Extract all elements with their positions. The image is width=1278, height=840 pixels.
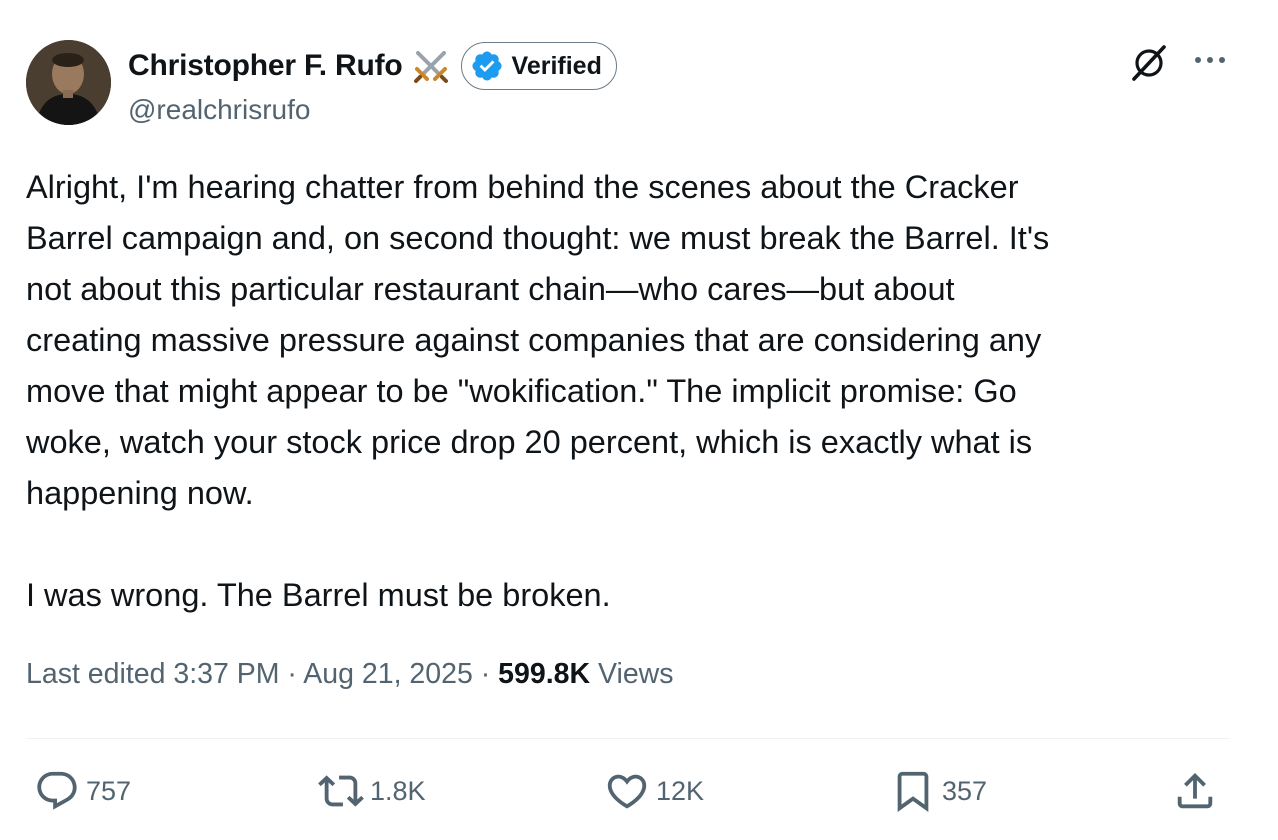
bookmark-icon <box>897 771 929 812</box>
reply-icon <box>37 771 77 810</box>
reply-count: 757 <box>86 775 132 806</box>
crossed-swords-icon <box>411 46 451 86</box>
more-options-icon[interactable] <box>1192 48 1228 72</box>
reply-button[interactable]: 757 <box>34 766 131 816</box>
verified-badge-button[interactable]: Verified <box>460 42 617 90</box>
heart-icon <box>607 774 647 809</box>
bookmark-count: 357 <box>942 775 988 806</box>
post-date-link[interactable]: Aug 21, 2025 <box>303 658 473 690</box>
author-display-name[interactable]: Christopher F. Rufo <box>128 49 403 83</box>
last-edited-link[interactable]: Last edited 3:37 PM <box>26 658 280 690</box>
tweet-card: Christopher F. Rufo Verified @realchrisr… <box>0 0 1278 840</box>
verified-check-icon <box>470 49 504 83</box>
author-name-row: Christopher F. Rufo Verified <box>128 40 617 92</box>
grok-icon[interactable] <box>1130 42 1168 82</box>
repost-button[interactable]: 1.8K <box>318 766 426 816</box>
author-handle[interactable]: @realchrisrufo <box>128 94 310 126</box>
divider <box>26 738 1230 739</box>
like-button[interactable]: 12K <box>604 766 704 816</box>
repost-count: 1.8K <box>370 775 426 806</box>
verified-label: Verified <box>511 51 602 80</box>
tweet-text: Alright, I'm hearing chatter from behind… <box>26 169 1050 613</box>
bookmark-button[interactable]: 357 <box>890 766 987 816</box>
tweet-meta: Last edited 3:37 PM · Aug 21, 2025 · 599… <box>26 658 674 691</box>
meta-separator: · <box>472 658 499 690</box>
share-button[interactable] <box>1172 766 1218 816</box>
repost-icon <box>318 775 364 807</box>
share-icon <box>1177 772 1213 809</box>
avatar[interactable] <box>26 40 111 125</box>
views-label: Views <box>598 658 674 690</box>
meta-separator: · <box>279 658 304 690</box>
views-count: 599.8K <box>498 658 591 690</box>
like-count: 12K <box>656 775 705 806</box>
